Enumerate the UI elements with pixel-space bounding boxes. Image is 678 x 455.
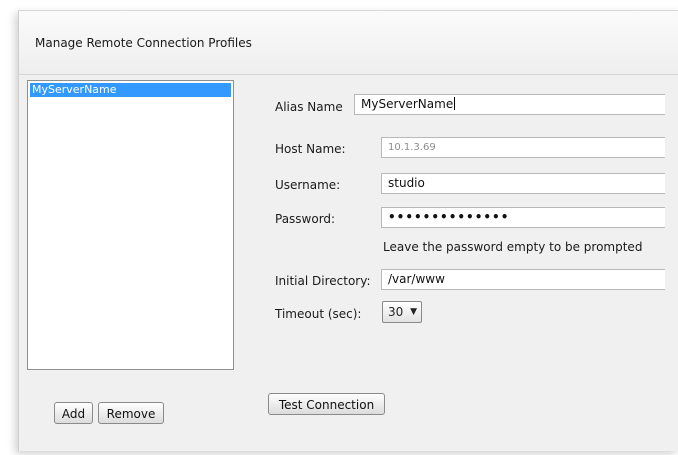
profile-list-item[interactable]: MyServerName	[30, 83, 231, 97]
timeout-select[interactable]: 30 ▼	[382, 301, 422, 323]
dialog-header: Manage Remote Connection Profiles	[19, 11, 678, 75]
password-hint: Leave the password empty to be prompted	[383, 240, 643, 254]
profile-list[interactable]: MyServerName	[27, 80, 234, 370]
alias-input[interactable]: MyServerName	[354, 94, 665, 115]
password-input[interactable]: ••••••••••••••	[381, 207, 665, 228]
directory-label: Initial Directory:	[275, 274, 371, 288]
chevron-down-icon: ▼	[410, 307, 417, 317]
timeout-label: Timeout (sec):	[275, 307, 362, 321]
username-label: Username:	[275, 178, 341, 192]
alias-value: MyServerName	[361, 97, 454, 111]
dialog-title: Manage Remote Connection Profiles	[35, 36, 252, 50]
username-input[interactable]: studio	[381, 173, 665, 194]
directory-input[interactable]: /var/www	[381, 269, 665, 290]
alias-label: Alias Name	[275, 100, 343, 114]
password-label: Password:	[275, 212, 336, 226]
host-label: Host Name:	[275, 142, 346, 156]
text-caret	[454, 97, 456, 110]
remove-button[interactable]: Remove	[98, 402, 164, 424]
test-connection-button[interactable]: Test Connection	[268, 393, 385, 415]
timeout-value: 30	[388, 305, 404, 319]
host-input[interactable]: 10.1.3.69	[381, 137, 665, 158]
add-button[interactable]: Add	[54, 402, 93, 424]
